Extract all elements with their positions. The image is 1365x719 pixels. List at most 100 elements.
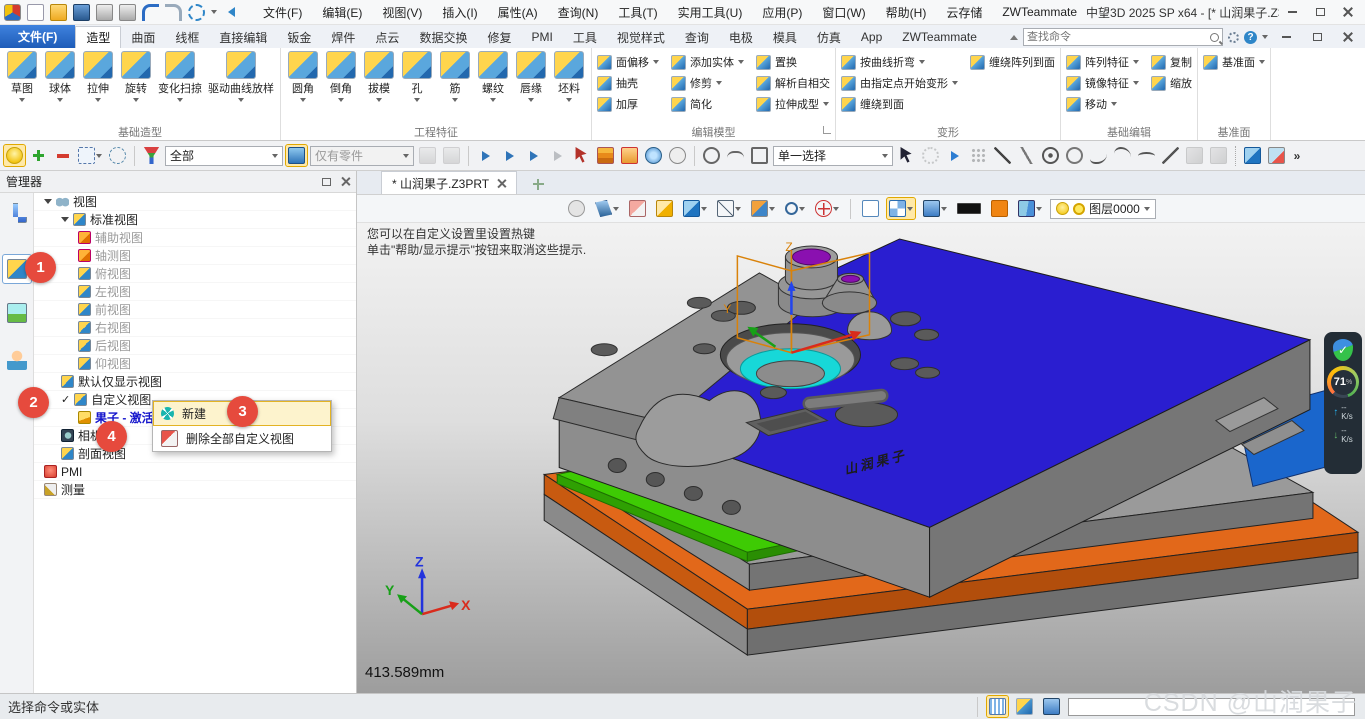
ribbon-button-修剪[interactable]: 修剪 xyxy=(669,74,746,92)
orange-swatch[interactable] xyxy=(989,198,1010,219)
menu-item-工具(T)[interactable]: 工具(T) xyxy=(609,2,666,23)
tab-close-icon[interactable] xyxy=(497,179,506,188)
menu-item-插入(I)[interactable]: 插入(I) xyxy=(433,2,486,23)
lasso-pick-icon[interactable] xyxy=(107,145,128,166)
dropdown-icon[interactable] xyxy=(211,10,217,14)
doc-minimize-icon[interactable] xyxy=(1273,28,1299,46)
command-search[interactable] xyxy=(1023,28,1223,46)
settings-gear-icon[interactable] xyxy=(1228,31,1239,43)
play-tool-icon[interactable] xyxy=(944,145,965,166)
dropdown-arrow-icon[interactable] xyxy=(95,98,101,102)
ribbon-button-缩放[interactable]: 缩放 xyxy=(1149,74,1194,92)
doc-close-icon[interactable] xyxy=(1335,28,1361,46)
ribbon-button-缠绕阵列到面[interactable]: 缠绕阵列到面 xyxy=(968,53,1057,71)
sync-icon[interactable] xyxy=(188,3,205,21)
filter-icon[interactable] xyxy=(141,145,162,166)
collapse-ribbon-icon[interactable] xyxy=(1010,34,1018,40)
layer-combo[interactable]: 图层0000 xyxy=(1050,198,1156,219)
ribbon-tab-点云[interactable]: 点云 xyxy=(365,26,409,48)
open-icon[interactable] xyxy=(50,3,67,21)
highlight-pick-icon[interactable] xyxy=(3,144,26,167)
menu-item-实用工具(U)[interactable]: 实用工具(U) xyxy=(669,2,752,23)
ribbon-button-镜像特征[interactable]: 镜像特征 xyxy=(1064,74,1141,92)
dropdown-arrow-icon[interactable] xyxy=(738,60,744,64)
doc-restore-icon[interactable] xyxy=(1304,28,1330,46)
app-logo-icon[interactable] xyxy=(4,3,21,21)
mini-window-icon[interactable] xyxy=(860,198,881,219)
erase-icon[interactable] xyxy=(627,198,648,219)
line2-tool-icon[interactable] xyxy=(1016,145,1037,166)
layer-book-icon[interactable] xyxy=(1016,198,1044,219)
ribbon-button-置换[interactable]: 置换 xyxy=(754,53,832,71)
ribbon-button-螺纹[interactable]: 螺纹 xyxy=(474,50,512,103)
ribbon-button-变化扫掠[interactable]: 变化扫掠 xyxy=(155,50,205,103)
spin-target-icon[interactable] xyxy=(813,198,841,219)
dropdown-arrow-icon[interactable] xyxy=(238,98,244,102)
display-config-icon[interactable] xyxy=(921,198,949,219)
monitor-icon[interactable] xyxy=(1014,696,1035,717)
part-context-icon[interactable] xyxy=(285,144,308,167)
dropdown-arrow-icon[interactable] xyxy=(414,98,420,102)
globe-icon[interactable] xyxy=(643,145,664,166)
ribbon-button-缠绕到面[interactable]: 缠绕到面 xyxy=(839,95,960,113)
ribbon-button-抽壳[interactable]: 抽壳 xyxy=(595,74,661,92)
menu-item-窗口(W)[interactable]: 窗口(W) xyxy=(813,2,874,23)
history-icon[interactable] xyxy=(667,145,688,166)
dropdown-arrow-icon[interactable] xyxy=(1111,102,1117,106)
system-monitor-widget[interactable]: ✓ 71% ↑ -- K/s ↓ -- K/s xyxy=(1324,332,1362,474)
close-icon[interactable] xyxy=(1335,3,1361,21)
ribbon-tab-数据交换[interactable]: 数据交换 xyxy=(409,26,477,48)
ribbon-button-圆角[interactable]: 圆角 xyxy=(284,50,322,103)
search-input[interactable] xyxy=(1027,31,1210,43)
select-circle-icon[interactable] xyxy=(701,145,722,166)
slash-tool-icon[interactable] xyxy=(1160,145,1181,166)
exit-icon[interactable] xyxy=(566,198,587,219)
dropdown-arrow-icon[interactable] xyxy=(338,98,344,102)
ribbon-button-草图[interactable]: 草图 xyxy=(3,50,41,103)
ribbon-tab-直接编辑[interactable]: 直接编辑 xyxy=(209,26,277,48)
dropdown-arrow-icon[interactable] xyxy=(177,98,183,102)
folder-icon[interactable] xyxy=(619,145,640,166)
dropdown-arrow-icon[interactable] xyxy=(941,206,948,211)
select-curve-icon[interactable] xyxy=(725,149,746,162)
combo-arrow-icon[interactable] xyxy=(272,153,278,158)
ribbon-button-由指定点开始变形[interactable]: 由指定点开始变形 xyxy=(839,74,960,92)
ribbon-button-按曲线折弯[interactable]: 按曲线折弯 xyxy=(839,53,960,71)
pick-cursor-icon[interactable] xyxy=(571,145,592,166)
dropdown-arrow-icon[interactable] xyxy=(1133,81,1139,85)
dropdown-arrow-icon[interactable] xyxy=(716,81,722,85)
filter-combo[interactable]: 全部 xyxy=(165,145,283,166)
dropdown-arrow-icon[interactable] xyxy=(833,206,840,211)
dropdown-arrow-icon[interactable] xyxy=(769,206,776,211)
ribbon-tab-工具[interactable]: 工具 xyxy=(563,26,607,48)
ribbon-button-驱动曲线放样[interactable]: 驱动曲线放样 xyxy=(205,50,277,103)
help-icon[interactable]: ? xyxy=(1244,30,1257,44)
strip-hierarchy-icon[interactable] xyxy=(3,199,31,227)
ribbon-button-旋转[interactable]: 旋转 xyxy=(117,50,155,103)
zoom-icon[interactable] xyxy=(783,200,807,217)
collapse-icon[interactable] xyxy=(223,4,240,21)
ribbon-tab-模具[interactable]: 模具 xyxy=(763,26,807,48)
remove-entity-icon[interactable] xyxy=(52,145,73,166)
circle-tool-icon[interactable] xyxy=(1064,145,1085,166)
pick-mode-combo[interactable]: 单一选择 xyxy=(773,145,893,166)
group-launcher-icon[interactable] xyxy=(823,126,831,134)
tree-item-标准视图[interactable]: 标准视图 xyxy=(34,211,356,229)
tree-item-后视图[interactable]: 后视图 xyxy=(34,337,356,355)
ribbon-button-基准面[interactable]: 基准面 xyxy=(1201,53,1267,71)
ribbon-tab-视觉样式[interactable]: 视觉样式 xyxy=(607,26,675,48)
shade-all-icon[interactable] xyxy=(654,198,675,219)
pick-list-icon[interactable] xyxy=(523,145,544,166)
tree-item-右视图[interactable]: 右视图 xyxy=(34,319,356,337)
ribbon-button-简化[interactable]: 简化 xyxy=(669,95,746,113)
ribbon-tab-查询[interactable]: 查询 xyxy=(675,26,719,48)
ribbon-button-移动[interactable]: 移动 xyxy=(1064,95,1141,113)
view-orient-icon[interactable] xyxy=(593,198,621,219)
strip-image-icon[interactable] xyxy=(3,299,31,327)
ribbon-button-倒角[interactable]: 倒角 xyxy=(322,50,360,103)
combo-arrow-icon[interactable] xyxy=(882,153,888,158)
solid-cube-icon[interactable] xyxy=(1242,145,1263,166)
dropdown-arrow-icon[interactable] xyxy=(1133,60,1139,64)
combo-arrow-icon[interactable] xyxy=(403,153,409,158)
wireframe-icon[interactable] xyxy=(715,198,743,219)
